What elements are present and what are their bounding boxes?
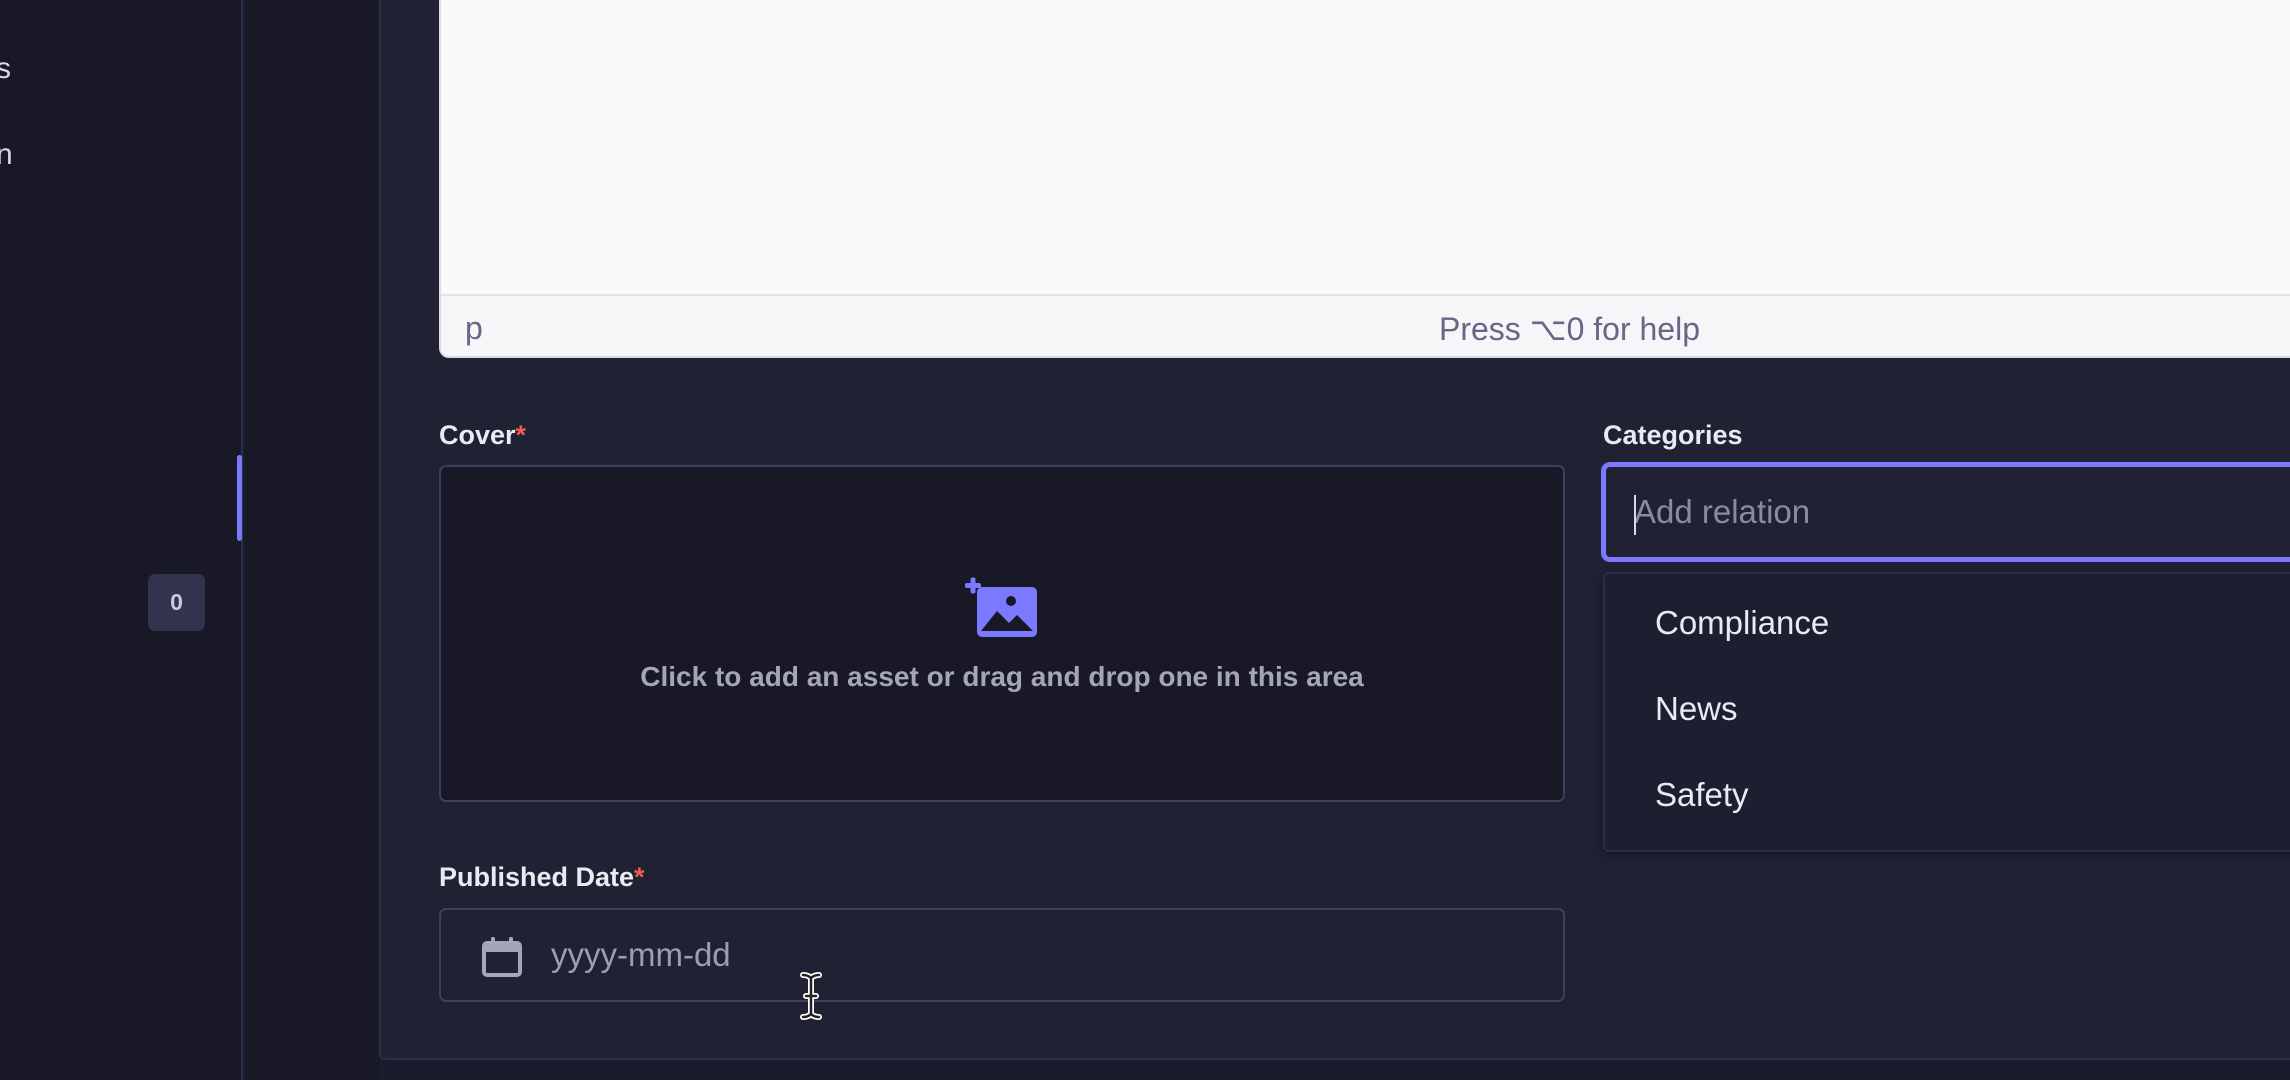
rich-text-editor[interactable]: p Press ⌥0 for help xyxy=(439,0,2290,358)
categories-relation-field[interactable] xyxy=(1601,462,2290,562)
published-date-label: Published Date* xyxy=(439,862,645,893)
nav-active-indicator xyxy=(237,455,242,541)
published-date-label-text: Published Date xyxy=(439,862,635,892)
cover-label: Cover* xyxy=(439,420,526,451)
category-option[interactable]: Safety xyxy=(1655,776,1749,814)
text-cursor-icon xyxy=(800,972,822,1020)
nav-count-badge: 0 xyxy=(148,574,205,631)
editor-status-bar: p Press ⌥0 for help xyxy=(441,294,2290,356)
text-caret xyxy=(1634,495,1636,535)
editor-block-type: p xyxy=(465,310,483,346)
nav-item-fragment[interactable]: n xyxy=(0,138,13,172)
category-option[interactable]: Compliance xyxy=(1655,604,1829,642)
left-navigation: s n 0 xyxy=(0,0,243,1080)
cover-label-text: Cover xyxy=(439,420,516,450)
dropzone-instructions: Click to add an asset or drag and drop o… xyxy=(640,660,1364,692)
calendar-icon[interactable] xyxy=(481,936,523,978)
nav-item-fragment[interactable]: s xyxy=(0,52,11,86)
cover-asset-dropzone[interactable]: Click to add an asset or drag and drop o… xyxy=(439,465,1565,802)
required-mark: * xyxy=(515,420,527,450)
categories-dropdown: Compliance News Safety xyxy=(1603,572,2290,852)
categories-search-input[interactable] xyxy=(1634,467,2290,557)
app-stage: s n 0 p Press ⌥0 for help Cover* Click t… xyxy=(0,0,2290,1080)
categories-label: Categories xyxy=(1603,420,1743,450)
published-date-field[interactable] xyxy=(439,908,1565,1002)
published-date-input[interactable] xyxy=(551,910,1451,1000)
required-mark: * xyxy=(634,862,645,892)
add-image-icon xyxy=(965,577,1037,637)
editor-help-hint: Press ⌥0 for help xyxy=(1439,311,1700,347)
secondary-column xyxy=(245,0,380,1080)
category-option[interactable]: News xyxy=(1655,690,1738,728)
